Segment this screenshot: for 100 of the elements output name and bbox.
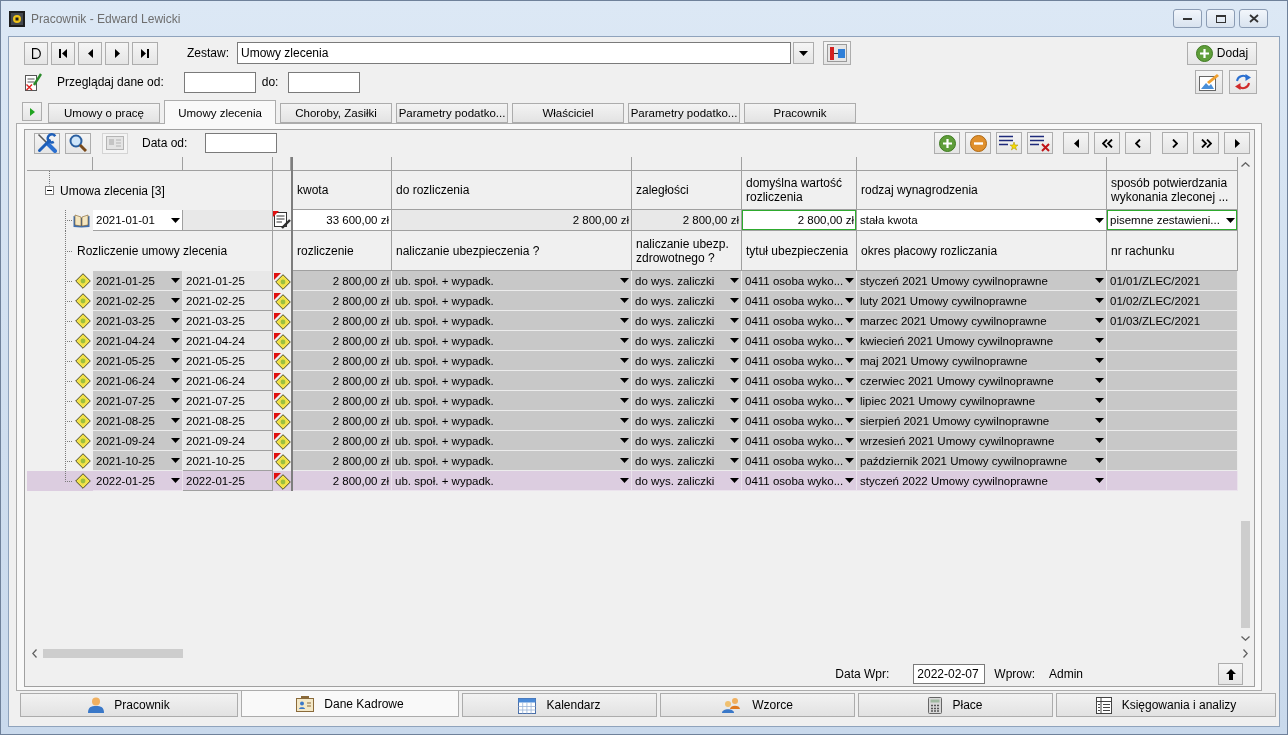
date-dropdown[interactable]: 2021-03-25 [93, 311, 183, 331]
next-button[interactable] [105, 41, 129, 65]
dropdown-field[interactable]: ub. społ. + wypadk. [392, 291, 632, 311]
date-from-field[interactable] [205, 133, 278, 153]
date-dropdown[interactable]: 2021-09-24 [93, 431, 183, 451]
dropdown-field[interactable]: styczeń 2022 Umowy cywilnoprawne [857, 471, 1107, 491]
tab[interactable]: Kalendarz [462, 693, 657, 717]
dropdown-field[interactable]: styczeń 2021 Umowy cywilnoprawne [857, 271, 1107, 291]
tab[interactable]: Parametry podatko... [396, 103, 508, 123]
dropdown-field[interactable]: pisemne zestawieni... [1107, 210, 1238, 231]
dropdown-field[interactable]: do wys. zaliczki [632, 291, 742, 311]
first-button[interactable] [1063, 132, 1089, 154]
dropdown-field[interactable]: 0411 osoba wyko... [742, 391, 857, 411]
dropdown-field[interactable]: do wys. zaliczki [632, 411, 742, 431]
tab[interactable]: Umowy o pracę [48, 103, 160, 123]
dropdown-field[interactable]: lipiec 2021 Umowy cywilnoprawne [857, 391, 1107, 411]
dropdown-field[interactable]: ub. społ. + wypadk. [392, 371, 632, 391]
tab[interactable]: Właściciel [512, 103, 624, 123]
tools-button[interactable] [34, 132, 60, 154]
dropdown-field[interactable]: do wys. zaliczki [632, 471, 742, 491]
tab[interactable]: Księgowania i analizy [1056, 693, 1276, 717]
minimize-button[interactable] [1173, 9, 1202, 28]
entry-date-field[interactable]: 2022-02-07 [913, 664, 986, 684]
image-edit-button[interactable] [1195, 70, 1223, 94]
tab[interactable]: Wzorce [660, 693, 855, 717]
date-dropdown[interactable]: 2021-06-24 [93, 371, 183, 391]
dropdown-field[interactable]: do wys. zaliczki [632, 451, 742, 471]
dropdown-field[interactable]: 0411 osoba wyko... [742, 291, 857, 311]
dropdown-field[interactable]: marzec 2021 Umowy cywilnoprawne [857, 311, 1107, 331]
tab[interactable]: Pracownik [744, 103, 856, 123]
minus-box-icon[interactable] [45, 186, 54, 195]
date-to-field[interactable] [288, 71, 361, 93]
dropdown-field[interactable]: 0411 osoba wyko... [742, 471, 857, 491]
dropdown-field[interactable]: do wys. zaliczki [632, 311, 742, 331]
tab[interactable]: Dane Kadrowe [241, 691, 459, 717]
dropdown-field[interactable]: do wys. zaliczki [632, 351, 742, 371]
dropdown-field[interactable]: do wys. zaliczki [632, 391, 742, 411]
dropdown-field[interactable]: kwiecień 2021 Umowy cywilnoprawne [857, 331, 1107, 351]
date-dropdown[interactable]: 2021-08-25 [93, 411, 183, 431]
set-field[interactable]: Umowy zlecenia [237, 42, 791, 64]
date-dropdown[interactable]: 2021-01-01 [93, 210, 183, 231]
last-button[interactable] [1224, 132, 1250, 154]
expand-button[interactable] [22, 102, 42, 121]
amount-field[interactable]: 2 800,00 zł [742, 210, 857, 231]
scrollbar-thumb[interactable] [1241, 521, 1250, 628]
date-dropdown[interactable]: 2021-02-25 [93, 291, 183, 311]
table-row[interactable]: 2022-01-25 2022-01-25 2 800,00 zł ub. społ. + wypadk. do wys. zaliczki 0411 osoba wyko... styczeń 2022 Umowy cywilnoprawne [27, 471, 1238, 491]
add-button[interactable] [934, 132, 960, 154]
tab[interactable]: Parametry podatko... [628, 103, 740, 123]
dropdown-field[interactable]: czerwiec 2021 Umowy cywilnoprawne [857, 371, 1107, 391]
dropdown-field[interactable]: ub. społ. + wypadk. [392, 431, 632, 451]
dropdown-field[interactable]: 0411 osoba wyko... [742, 451, 857, 471]
amount-field[interactable]: 33 600,00 zł [293, 210, 392, 231]
tab[interactable]: Płace [858, 693, 1053, 717]
date-dropdown[interactable]: 2021-05-25 [93, 351, 183, 371]
dropdown-field[interactable]: ub. społ. + wypadk. [392, 331, 632, 351]
dropdown-field[interactable]: ub. społ. + wypadk. [392, 471, 632, 491]
dropdown-field[interactable]: do wys. zaliczki [632, 271, 742, 291]
remove-button[interactable] [965, 132, 991, 154]
add-button[interactable]: Dodaj [1187, 41, 1257, 65]
dropdown-field[interactable]: do wys. zaliczki [632, 431, 742, 451]
refresh-button[interactable] [1229, 70, 1257, 94]
arrow-up-button[interactable] [1218, 663, 1243, 685]
date-dropdown[interactable]: 2022-01-25 [93, 471, 183, 491]
dropdown-field[interactable]: ub. społ. + wypadk. [392, 351, 632, 371]
dropdown-field[interactable]: ub. społ. + wypadk. [392, 451, 632, 471]
maximize-button[interactable] [1206, 9, 1235, 28]
dropdown-field[interactable]: 0411 osoba wyko... [742, 371, 857, 391]
scrollbar-thumb[interactable] [43, 649, 183, 658]
dropdown-field[interactable]: 0411 osoba wyko... [742, 311, 857, 331]
dropdown-field[interactable]: wrzesień 2021 Umowy cywilnoprawne [857, 431, 1107, 451]
close-button[interactable] [1239, 9, 1268, 28]
dropdown-button[interactable] [793, 42, 814, 64]
date-dropdown[interactable]: 2021-01-25 [93, 271, 183, 291]
dropdown-field[interactable]: stała kwota [857, 210, 1107, 231]
dropdown-field[interactable]: ub. społ. + wypadk. [392, 391, 632, 411]
date-dropdown[interactable]: 2021-04-24 [93, 331, 183, 351]
columns-button[interactable] [823, 41, 851, 65]
next-button[interactable] [1162, 132, 1188, 154]
dropdown-field[interactable]: 0411 osoba wyko... [742, 331, 857, 351]
search-button[interactable] [65, 132, 91, 154]
tree-node[interactable]: Rozliczenie umowy zlecenia [77, 244, 228, 258]
insert-row-button[interactable] [996, 132, 1022, 154]
tab[interactable]: Choroby, Zasiłki [280, 103, 392, 123]
dropdown-field[interactable]: 0411 osoba wyko... [742, 271, 857, 291]
dropdown-field[interactable]: 0411 osoba wyko... [742, 411, 857, 431]
dropdown-field[interactable]: luty 2021 Umowy cywilnoprawne [857, 291, 1107, 311]
tab[interactable]: Umowy zlecenia [164, 100, 276, 124]
previous-button[interactable] [78, 41, 102, 65]
delete-row-button[interactable] [1027, 132, 1053, 154]
dropdown-field[interactable]: ub. społ. + wypadk. [392, 411, 632, 431]
dropdown-field[interactable]: 0411 osoba wyko... [742, 351, 857, 371]
dropdown-field[interactable]: do wys. zaliczki [632, 331, 742, 351]
dropdown-field[interactable]: 0411 osoba wyko... [742, 431, 857, 451]
date-dropdown[interactable]: 2021-10-25 [93, 451, 183, 471]
dropdown-field[interactable]: ub. społ. + wypadk. [392, 311, 632, 331]
tab[interactable]: Pracownik [20, 693, 238, 717]
previous-button[interactable] [1125, 132, 1151, 154]
page-back-button[interactable] [1094, 132, 1120, 154]
dropdown-field[interactable]: październik 2021 Umowy cywilnoprawne [857, 451, 1107, 471]
